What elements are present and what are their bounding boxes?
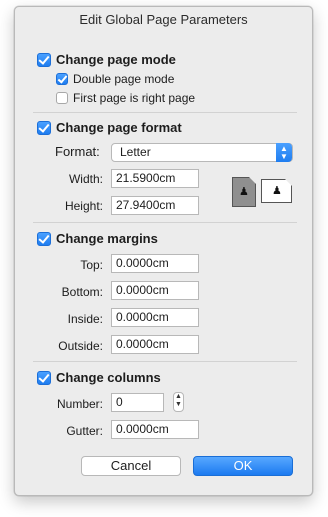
portrait-orientation-icon[interactable]: ♟	[232, 177, 256, 207]
change-columns-label[interactable]: Change columns	[56, 370, 161, 385]
section-divider	[33, 222, 297, 223]
number-label: Number:	[56, 397, 103, 411]
height-label: Height:	[64, 199, 103, 213]
column-number-stepper[interactable]: ▲ ▼	[173, 392, 184, 412]
bottom-margin-field[interactable]: 0.0000cm	[111, 281, 199, 300]
double-page-mode-label[interactable]: Double page mode	[73, 72, 174, 86]
change-page-mode-checkbox[interactable]	[37, 53, 51, 67]
edit-global-page-parameters-dialog: Edit Global Page Parameters Change page …	[14, 6, 313, 496]
height-field[interactable]: 27.9400cm	[111, 196, 199, 215]
landscape-orientation-icon[interactable]: ♟	[261, 179, 292, 203]
ok-button[interactable]: OK	[193, 456, 293, 476]
outside-margin-label: Outside:	[58, 339, 103, 353]
change-page-format-checkbox[interactable]	[37, 121, 51, 135]
cancel-button[interactable]: Cancel	[81, 456, 181, 476]
gutter-field[interactable]: 0.0000cm	[111, 420, 199, 439]
bottom-margin-label: Bottom:	[61, 285, 103, 299]
inside-margin-field[interactable]: 0.0000cm	[111, 308, 199, 327]
section-divider	[33, 112, 297, 113]
format-label: Format:	[55, 144, 100, 159]
change-page-format-label[interactable]: Change page format	[56, 120, 182, 135]
gutter-label: Gutter:	[66, 424, 103, 438]
top-margin-label: Top:	[80, 258, 103, 272]
stepper-down-icon[interactable]: ▼	[174, 401, 183, 409]
format-select-value: Letter	[120, 145, 151, 159]
first-page-right-label[interactable]: First page is right page	[73, 91, 195, 105]
change-margins-checkbox[interactable]	[37, 232, 51, 246]
width-field[interactable]: 21.5900cm	[111, 169, 199, 188]
dialog-title: Edit Global Page Parameters	[79, 12, 248, 27]
inside-margin-label: Inside:	[67, 312, 103, 326]
format-select[interactable]: Letter ▲ ▼	[111, 143, 293, 162]
change-page-mode-label[interactable]: Change page mode	[56, 52, 176, 67]
chevron-updown-icon: ▲ ▼	[276, 143, 292, 162]
column-number-field[interactable]: 0	[111, 393, 164, 412]
double-page-mode-checkbox[interactable]	[56, 73, 68, 85]
change-margins-label[interactable]: Change margins	[56, 231, 158, 246]
width-label: Width:	[68, 172, 103, 186]
top-margin-field[interactable]: 0.0000cm	[111, 254, 199, 273]
change-columns-checkbox[interactable]	[37, 371, 51, 385]
stepper-up-icon[interactable]: ▲	[174, 393, 183, 401]
section-divider	[33, 361, 297, 362]
first-page-right-checkbox[interactable]	[56, 92, 68, 104]
outside-margin-field[interactable]: 0.0000cm	[111, 335, 199, 354]
